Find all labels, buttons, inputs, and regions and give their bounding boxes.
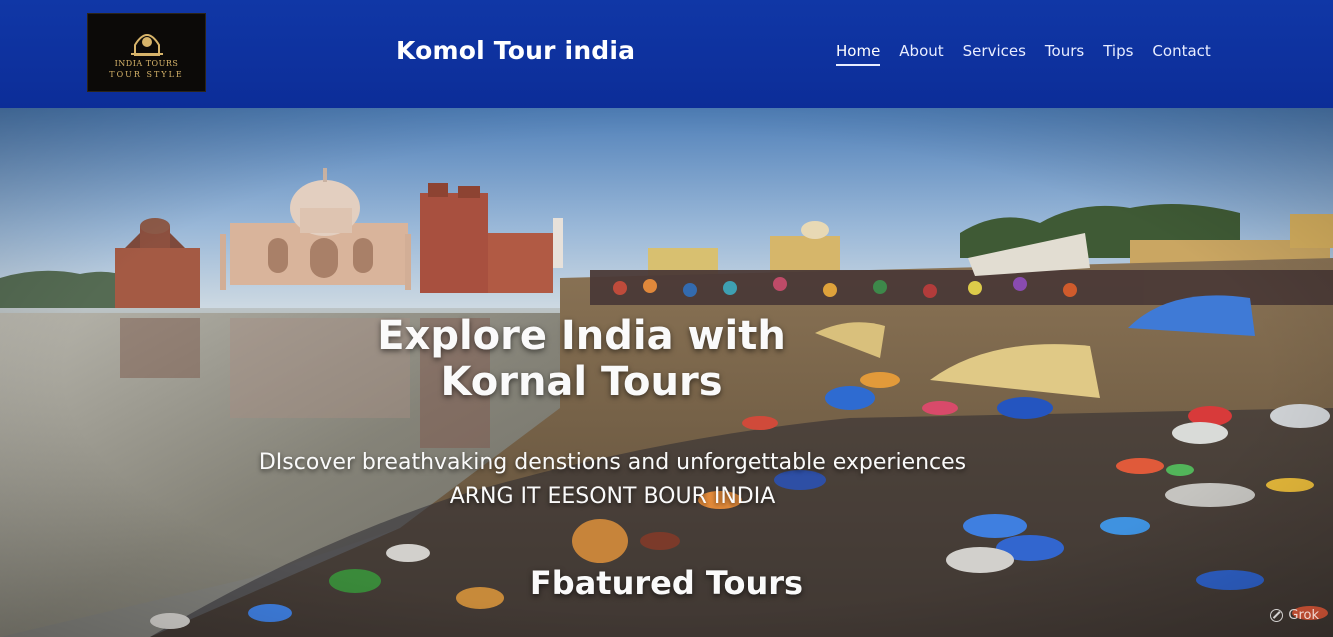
logo-text-line2: TOUR STYLE (109, 69, 184, 79)
grok-watermark: Grok (1270, 608, 1319, 623)
hero-title-line2: Kornal Tours (440, 359, 723, 405)
main-nav: Home About Services Tours Tips Contact (836, 42, 1230, 66)
nav-link-contact[interactable]: Contact (1152, 42, 1210, 66)
nav-link-about[interactable]: About (899, 42, 943, 66)
hero-subtitle-line2: ARNG IT EESONT BOUR INDIA (449, 484, 776, 509)
nav-link-home[interactable]: Home (836, 42, 881, 66)
top-navbar: INDIA TOURS TOUR STYLE Komol Tour india … (0, 0, 1333, 108)
site-brand-title[interactable]: Komol Tour india (396, 36, 635, 65)
logo-text-line1: INDIA TOURS (114, 58, 179, 68)
nav-link-tips[interactable]: Tips (1103, 42, 1133, 66)
hero-title: Explore India with Kornal Tours (0, 313, 1163, 405)
nav-link-tours[interactable]: Tours (1045, 42, 1084, 66)
taj-logo-icon (130, 33, 163, 56)
grok-icon (1270, 609, 1284, 622)
hero-subtitle: DIscover breathvaking denstions and unfo… (152, 446, 1073, 514)
featured-tours-heading: Fbatured Tours (529, 564, 804, 602)
hero-title-line1: Explore India with (377, 313, 786, 359)
hero-section: Explore India with Kornal Tours DIscover… (0, 108, 1333, 637)
nav-link-services[interactable]: Services (963, 42, 1026, 66)
hero-subtitle-line1: DIscover breathvaking denstions and unfo… (258, 450, 967, 475)
watermark-label: Grok (1288, 608, 1319, 623)
site-logo[interactable]: INDIA TOURS TOUR STYLE (87, 13, 206, 92)
